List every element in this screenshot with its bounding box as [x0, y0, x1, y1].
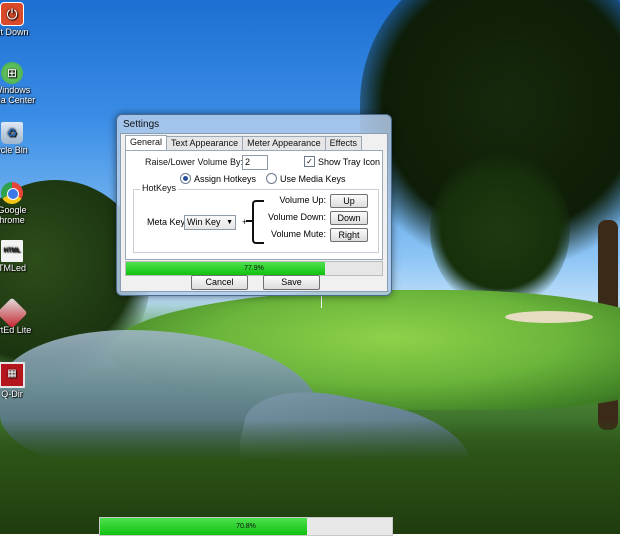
chevron-down-icon: ▼ [226, 219, 233, 226]
meta-key-value: Win Key [187, 217, 221, 227]
desktop-icon-media-center[interactable]: ⊞ Windows edia Center [0, 62, 42, 105]
desktop-icon-htmled[interactable]: HTML TMLed [0, 240, 42, 273]
volume-up-label: Volume Up: [279, 195, 326, 205]
desktop-icon-label: ycle Bin [0, 145, 28, 155]
hotkeys-group-title: HotKeys [140, 183, 179, 193]
use-media-keys-radio[interactable]: Use Media Keys [266, 173, 346, 184]
window-title: Settings [123, 119, 160, 130]
show-tray-icon-label: Show Tray Icon [318, 156, 381, 167]
desktop-icon-label: Windows edia Center [0, 85, 36, 105]
meta-key-label: Meta Key: [147, 217, 188, 227]
recycle-bin-icon: ♻ [1, 122, 23, 144]
raise-volume-label: Raise/Lower Volume By: [145, 157, 244, 167]
q-dir-icon: ▦ [0, 362, 25, 388]
plus-sign: + [242, 217, 248, 227]
tab-text-appearance[interactable]: Text Appearance [166, 136, 244, 150]
desktop-icon-smarted[interactable]: artEd Lite [0, 297, 42, 335]
tab-strip: General Text Appearance Meter Appearance… [125, 135, 362, 151]
desktop-volume-meter-text: 70.8% [236, 523, 256, 530]
tab-meter-appearance[interactable]: Meter Appearance [242, 136, 326, 150]
windows-media-center-icon: ⊞ [1, 62, 23, 84]
tab-general[interactable]: General [125, 135, 168, 151]
checkbox-checked-icon: ✓ [304, 156, 315, 167]
desktop-icon-label: TMLed [0, 263, 26, 273]
background-flag [321, 296, 322, 308]
desktop-icon-label: artEd Lite [0, 325, 32, 335]
smarted-icon [0, 297, 28, 329]
background-tree-mid [430, 150, 570, 310]
desktop-icon-recycle-bin[interactable]: ♻ ycle Bin [0, 122, 42, 155]
save-button[interactable]: Save [263, 275, 320, 290]
volume-up-key-button[interactable]: Up [330, 194, 368, 208]
desktop-icon-label: ut Down [0, 27, 29, 37]
show-tray-icon-checkbox[interactable]: ✓ Show Tray Icon [304, 156, 380, 167]
background-sand-bunker [505, 311, 593, 323]
volume-meter-preview: 77.9% [125, 261, 383, 276]
volume-meter-text: 77.9% [244, 265, 264, 272]
desktop-icon-label: Google hrome [0, 205, 27, 225]
volume-mute-label: Volume Mute: [270, 229, 326, 239]
desktop-icon-label: Q-Dir [1, 389, 23, 399]
volume-down-label: Volume Down: [267, 212, 326, 222]
desktop-icon-shutdown[interactable]: ⏻ ut Down [0, 2, 42, 37]
volume-down-key-button[interactable]: Down [330, 211, 368, 225]
raise-volume-input[interactable]: 2 [242, 155, 268, 170]
settings-body: General Text Appearance Meter Appearance… [120, 133, 388, 292]
desktop-icon-q-dir[interactable]: ▦ Q-Dir [0, 362, 42, 399]
power-icon: ⏻ [0, 2, 24, 26]
radio-selected-icon [180, 173, 191, 184]
assign-hotkeys-label: Assign Hotkeys [194, 173, 257, 184]
assign-hotkeys-radio[interactable]: Assign Hotkeys [180, 173, 256, 184]
radio-unselected-icon [266, 173, 277, 184]
settings-window: Settings General Text Appearance Meter A… [116, 114, 392, 296]
desktop-volume-meter: 70.8% [99, 517, 393, 536]
volume-mute-key-button[interactable]: Right [330, 228, 368, 242]
html-file-icon: HTML [1, 240, 23, 262]
desktop-icon-chrome[interactable]: Google hrome [0, 182, 42, 225]
meta-key-select[interactable]: Win Key ▼ [184, 215, 236, 230]
tab-effects[interactable]: Effects [324, 136, 362, 150]
chrome-icon [1, 182, 23, 204]
cancel-button[interactable]: Cancel [191, 275, 248, 290]
use-media-keys-label: Use Media Keys [280, 173, 346, 184]
general-panel: Raise/Lower Volume By: 2 ✓ Show Tray Ico… [125, 150, 383, 260]
hotkeys-group: HotKeys Meta Key: Win Key ▼ + Volume Up:… [133, 183, 379, 253]
